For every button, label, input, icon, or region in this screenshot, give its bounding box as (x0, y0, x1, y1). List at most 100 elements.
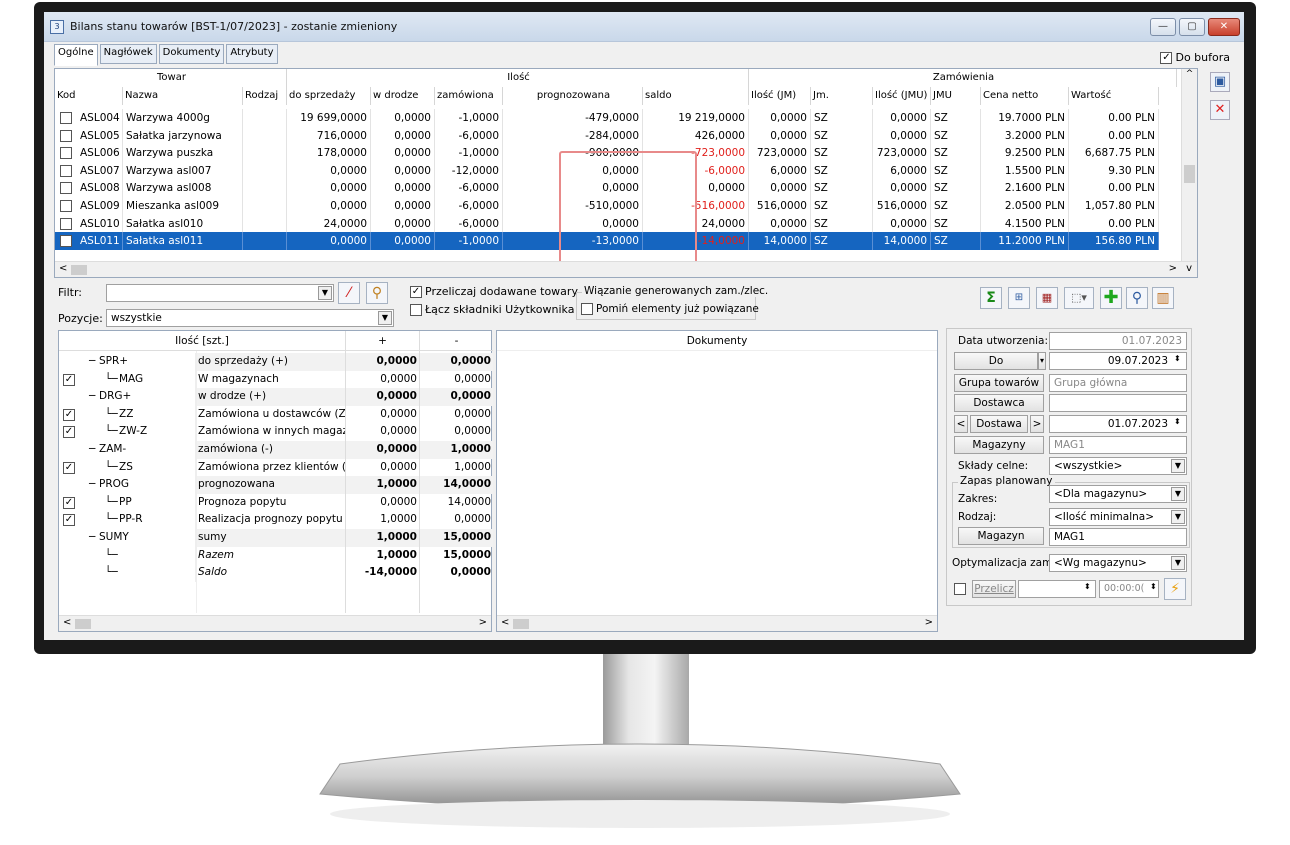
dostawa-next-button[interactable]: > (1030, 415, 1044, 433)
chevron-down-icon[interactable]: v (1186, 263, 1192, 274)
tab-dokumenty[interactable]: Dokumenty (158, 44, 225, 64)
tree-row[interactable]: ✓ └─ PP-R Realizacja prognozy popytu 1,0000 0… (59, 511, 493, 529)
column-header[interactable]: Wartość (1069, 87, 1159, 105)
add-icon[interactable]: ✚ (1100, 287, 1122, 309)
checkbox-checked[interactable]: ✓ (63, 461, 75, 474)
column-header[interactable]: Ilość (JM) (749, 87, 811, 105)
hierarchy-icon[interactable]: ⊞ (1008, 287, 1030, 309)
lightning-icon[interactable]: ⚡ (1164, 578, 1186, 600)
checkbox-unchecked[interactable] (60, 164, 72, 177)
sklady-celne-select[interactable]: <wszystkie> ▼ (1049, 457, 1187, 475)
checkbox-unchecked[interactable] (60, 147, 72, 160)
grupa-towarow-button[interactable]: Grupa towarów (954, 374, 1044, 392)
rodzaj-select[interactable]: <Ilość minimalna> ▼ (1049, 508, 1187, 526)
checkbox-checked[interactable]: ✓ (63, 426, 75, 439)
row-checkbox[interactable] (55, 127, 77, 145)
checkbox-unchecked[interactable] (60, 112, 72, 124)
column-header[interactable]: Rodzaj (243, 87, 287, 105)
chevron-up-icon[interactable]: ^ (1182, 69, 1197, 79)
przeliczaj-checkbox[interactable]: ✓ Przeliczaj dodawane towary (410, 285, 578, 298)
tab-ogolne[interactable]: Ogólne (54, 44, 98, 66)
do-dropdown-icon[interactable]: ▾ (1038, 352, 1046, 370)
chevron-left-icon[interactable]: < (63, 617, 71, 628)
search-icon[interactable]: ⚲ (1126, 287, 1148, 309)
column-header[interactable]: w drodze (371, 87, 435, 105)
chevron-down-icon[interactable]: ▼ (318, 286, 332, 300)
checkbox-unchecked[interactable] (60, 217, 72, 230)
spinner-icon[interactable]: ⬍ (1174, 354, 1181, 363)
close-button[interactable]: ✕ (1208, 18, 1240, 36)
column-header[interactable]: saldo (643, 87, 749, 105)
column-header[interactable]: Cena netto (981, 87, 1069, 105)
checkbox-checked[interactable]: ✓ (410, 285, 422, 298)
column-header[interactable]: JMU (931, 87, 981, 105)
chevron-down-icon[interactable]: ▼ (1171, 510, 1185, 524)
column-header[interactable]: Ilość (JMU) (873, 87, 931, 105)
minimize-button[interactable]: — (1150, 18, 1176, 36)
tree-row[interactable]: ─ SPR+ do sprzedaży (+) 0,0000 0,0000 (59, 353, 493, 371)
column-header[interactable]: zamówiona (435, 87, 503, 105)
calendar-icon[interactable]: ▦ (1036, 287, 1058, 309)
scroll-thumb[interactable] (75, 619, 91, 629)
dostawa-date-field[interactable]: 01.07.2023 (1049, 415, 1187, 433)
dostawa-button[interactable]: Dostawa (970, 415, 1028, 433)
przelicz-checkbox[interactable] (954, 583, 966, 595)
lacz-checkbox[interactable]: Łącz składniki Użytkownika (410, 303, 574, 316)
row-checkbox[interactable] (55, 109, 77, 127)
column-header[interactable]: do sprzedaży (287, 87, 371, 105)
clear-filter-icon[interactable]: ⁄ (338, 282, 360, 304)
tree-row[interactable]: ─ ZAM-zamówiona (-) 0,0000 1,0000 (59, 441, 493, 459)
do-bufora-checkbox[interactable]: ✓ Do bufora (1160, 51, 1230, 64)
chevron-left-icon[interactable]: < (501, 617, 509, 628)
scroll-thumb[interactable] (1184, 165, 1195, 183)
chevron-down-icon[interactable]: ▼ (1171, 556, 1185, 570)
checkbox-unchecked[interactable] (581, 303, 593, 315)
tree-row[interactable]: ✓ └─ PP Prognoza popytu 0,0000 14,0000 (59, 493, 493, 512)
do-date-field[interactable]: 09.07.2023 (1049, 352, 1187, 370)
dokumenty-horizontal-scrollbar[interactable]: < > (497, 615, 937, 631)
row-checkbox[interactable] (55, 162, 77, 180)
dostawca-button[interactable]: Dostawca (954, 394, 1044, 412)
chevron-down-icon[interactable]: ▼ (1171, 487, 1185, 501)
tree-row[interactable]: ─ PROG prognozowana 1,0000 14,0000 (59, 476, 493, 494)
optymalizacja-select[interactable]: <Wg magazynu> ▼ (1049, 554, 1187, 572)
maximize-button[interactable]: ▢ (1179, 18, 1205, 36)
checkbox-unchecked[interactable] (60, 200, 72, 212)
checkbox-unchecked[interactable] (60, 235, 72, 248)
magazyn-field[interactable]: MAG1 (1049, 528, 1187, 546)
row-checkbox[interactable] (55, 144, 77, 162)
checkbox-checked[interactable]: ✓ (63, 373, 75, 386)
trash-icon[interactable]: ▥ (1152, 287, 1174, 309)
chevron-down-icon[interactable]: ▼ (1171, 459, 1185, 473)
save-icon[interactable]: ▣ (1210, 72, 1230, 92)
tree-row[interactable]: ✓ └─ZS Zamówiona przez klientów (ZS)0,0000… (59, 458, 493, 477)
checkbox-checked[interactable]: ✓ (1160, 51, 1173, 64)
chevron-down-icon[interactable]: ▼ (378, 311, 392, 325)
table-row[interactable]: ASL005 Sałatka jarzynowa 716,0000 0,0000 -6,… (55, 126, 1159, 145)
row-checkbox[interactable] (55, 215, 77, 233)
magazyn-button[interactable]: Magazyn (958, 527, 1044, 545)
scroll-thumb[interactable] (71, 265, 87, 275)
checkbox-unchecked[interactable] (60, 182, 72, 195)
chevron-right-icon[interactable]: > (925, 617, 933, 628)
tree-row[interactable]: ─ SUMY sumy 1,0000 15,0000 (59, 529, 493, 547)
row-checkbox[interactable] (55, 179, 77, 197)
row-checkbox[interactable] (55, 197, 77, 215)
column-header[interactable]: Nazwa (123, 87, 243, 105)
checkbox-checked[interactable]: ✓ (63, 496, 75, 509)
document-generate-icon[interactable]: ⬚▾ (1064, 287, 1094, 309)
table-row[interactable]: ASL004 Warzywa 4000g 19 699,0000 0,0000 -1,0… (55, 109, 1159, 127)
tree-row[interactable]: ✓ └─ MAG W magazynach 0,0000 0,0000 (59, 370, 493, 389)
checkbox-unchecked[interactable] (410, 303, 422, 316)
dostawca-field[interactable] (1049, 394, 1187, 412)
grid-vertical-scrollbar[interactable]: ^ (1181, 69, 1197, 263)
spinner-icon[interactable]: ⬍ (1174, 417, 1181, 426)
column-header[interactable]: Jm. (811, 87, 873, 105)
chevron-right-icon[interactable]: > (1169, 263, 1177, 274)
tree-horizontal-scrollbar[interactable]: < > (59, 615, 491, 631)
tree-row[interactable]: ✓└─ZW-ZZamówiona w innych magazynach0,00… (59, 423, 493, 441)
tab-naglowek[interactable]: Nagłówek (99, 44, 157, 64)
close-icon[interactable]: ✕ (1210, 100, 1230, 120)
column-header[interactable]: prognozowana (503, 87, 643, 105)
row-checkbox[interactable] (55, 232, 77, 250)
